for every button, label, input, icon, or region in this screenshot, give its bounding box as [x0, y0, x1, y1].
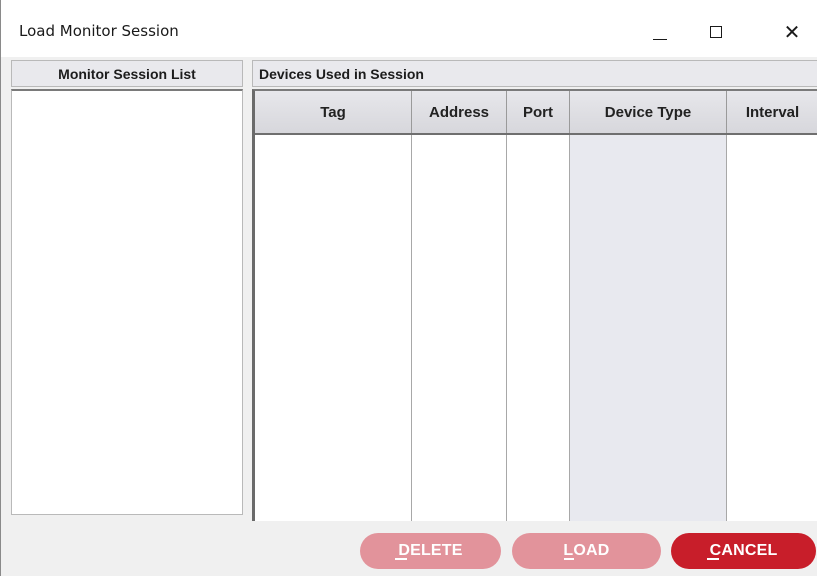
port-column: [507, 135, 570, 521]
table-header-row: Tag Address Port Device Type Interval: [255, 91, 817, 135]
monitor-session-list-header: Monitor Session List: [11, 60, 243, 87]
monitor-session-list[interactable]: [11, 89, 243, 515]
title-bar[interactable]: Load Monitor Session ✕: [1, 0, 817, 57]
maximize-button[interactable]: [693, 12, 739, 52]
devices-table[interactable]: Tag Address Port Device Type Interval: [252, 89, 817, 521]
close-icon: ✕: [783, 20, 801, 44]
column-header-address[interactable]: Address: [412, 91, 507, 133]
table-body[interactable]: [255, 135, 817, 521]
cancel-button-label: CANCEL: [709, 542, 778, 559]
delete-mnemonic-underline: [395, 558, 407, 560]
minimize-icon: [653, 38, 667, 40]
devices-used-header: Devices Used in Session: [252, 60, 817, 87]
window-title: Load Monitor Session: [19, 22, 179, 40]
column-header-interval[interactable]: Interval: [727, 91, 817, 133]
load-button[interactable]: LOAD: [512, 533, 661, 569]
maximize-icon: [710, 26, 722, 38]
address-column: [412, 135, 507, 521]
delete-button-label: DELETE: [398, 542, 463, 559]
load-monitor-session-window: Load Monitor Session ✕ Monitor Session L…: [0, 0, 817, 576]
column-header-port[interactable]: Port: [507, 91, 570, 133]
minimize-button[interactable]: [637, 12, 683, 52]
load-mnemonic-underline: [564, 558, 574, 560]
delete-button[interactable]: DELETE: [360, 533, 501, 569]
cancel-button[interactable]: CANCEL: [671, 533, 816, 569]
device-type-column: [570, 135, 727, 521]
close-button[interactable]: ✕: [769, 12, 815, 52]
cancel-mnemonic-underline: [707, 558, 719, 560]
column-header-device-type[interactable]: Device Type: [570, 91, 727, 133]
tag-column: [255, 135, 412, 521]
column-header-tag[interactable]: Tag: [255, 91, 412, 133]
interval-column: [727, 135, 817, 521]
